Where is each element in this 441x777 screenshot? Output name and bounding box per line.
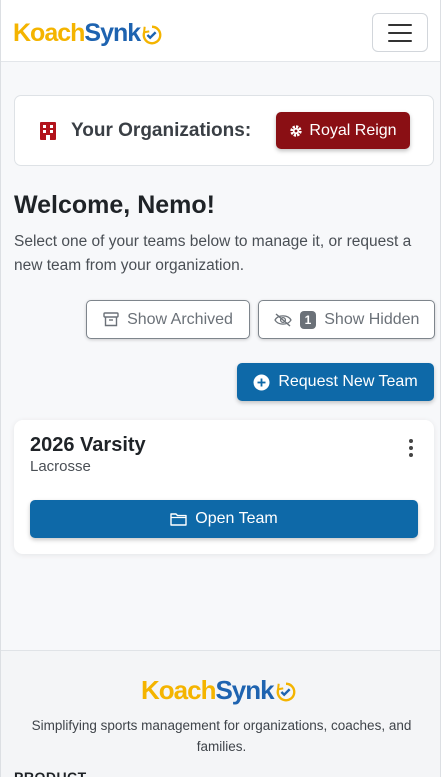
request-new-team-label: Request New Team (278, 373, 418, 390)
show-archived-label: Show Archived (127, 310, 233, 328)
footer-brand-wordmark: KoachSynk (141, 675, 275, 705)
brand-part-koach: Koach (13, 19, 85, 47)
brand-logo[interactable]: KoachSynk (13, 18, 163, 48)
gear-icon (290, 124, 303, 137)
top-navbar: KoachSynk (1, 0, 440, 62)
eye-slash-icon (273, 312, 292, 327)
hamburger-icon (388, 23, 412, 26)
show-hidden-label: Show Hidden (324, 310, 420, 328)
archive-icon (103, 312, 119, 327)
organization-name: Royal Reign (309, 121, 397, 139)
hidden-count-badge: 1 (299, 310, 317, 329)
sync-badge-icon (142, 25, 162, 44)
brand-part-synk: Synk (84, 19, 141, 47)
footer-section-heading: PRODUCT (14, 769, 87, 777)
show-archived-button[interactable]: Show Archived (86, 300, 250, 339)
kebab-icon[interactable] (408, 439, 414, 457)
organizations-card: Your Organizations: Royal Reign (14, 95, 434, 166)
request-new-team-button[interactable]: Request New Team (237, 363, 434, 401)
footer-brand-part-koach: Koach (141, 675, 216, 705)
kebab-dot (409, 446, 413, 450)
kebab-dot (409, 453, 413, 457)
footer-tagline: Simplifying sports management for organi… (31, 718, 412, 754)
plus-circle-icon (253, 374, 270, 390)
hamburger-icon-bar (388, 39, 412, 42)
organization-switcher-button[interactable]: Royal Reign (276, 112, 410, 149)
page-subtitle: Select one of your teams below to manage… (14, 233, 412, 274)
brand-wordmark: KoachSynk (13, 18, 141, 48)
show-hidden-button[interactable]: 1 Show Hidden (258, 300, 435, 339)
team-card: 2026 Varsity Lacrosse Open Team (14, 420, 434, 554)
navbar-toggle-button[interactable] (372, 13, 428, 52)
page-footer: KoachSynk Simplifying sports management … (1, 650, 440, 777)
hamburger-icon-bar (388, 31, 412, 34)
page-title: Welcome, Nemo! (14, 191, 215, 219)
kebab-dot (409, 439, 413, 443)
footer-brand-logo[interactable]: KoachSynk (141, 675, 297, 705)
open-team-button[interactable]: Open Team (30, 500, 418, 538)
open-team-label: Open Team (195, 510, 278, 527)
app-frame: KoachSynk Your Organizations: Royal Reig… (0, 0, 441, 777)
organizations-label: Your Organizations: (71, 119, 252, 141)
footer-brand-part-synk: Synk (215, 675, 274, 705)
folder-icon (170, 513, 187, 526)
building-icon (40, 121, 56, 140)
team-name: 2026 Varsity (30, 434, 146, 456)
sync-badge-icon (276, 682, 296, 701)
team-sport: Lacrosse (30, 458, 91, 475)
